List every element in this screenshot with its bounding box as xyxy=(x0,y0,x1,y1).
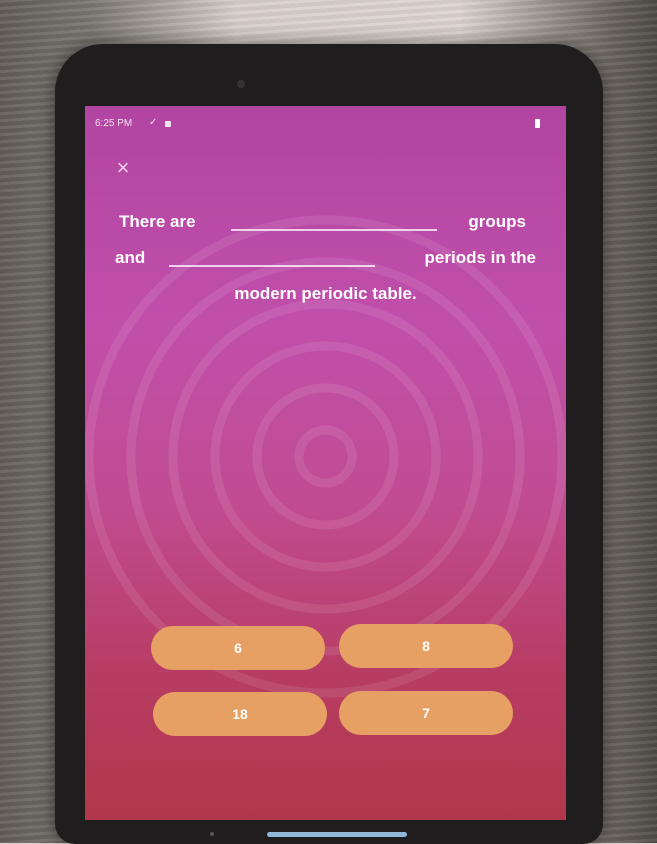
check-icon: ✓ xyxy=(149,117,158,128)
answer-option-7[interactable]: 7 xyxy=(339,691,513,735)
answer-option-6[interactable]: 6 xyxy=(151,626,325,670)
close-icon[interactable]: × xyxy=(111,156,135,180)
lock-icon xyxy=(165,121,171,127)
battery-icon xyxy=(535,119,540,128)
app-screen: 6:25 PM ✓ × There are groups and periods… xyxy=(85,106,566,820)
question-word: periods in the xyxy=(424,248,536,267)
question-word: There are xyxy=(119,212,196,231)
question-word: modern periodic table. xyxy=(234,284,417,303)
answer-blank-periods xyxy=(169,265,375,267)
status-time: 6:25 PM xyxy=(95,118,133,129)
answer-option-8[interactable]: 8 xyxy=(339,624,513,668)
status-bar: 6:25 PM ✓ xyxy=(95,116,556,132)
home-indicator[interactable] xyxy=(267,832,407,837)
device-sensor xyxy=(210,832,214,836)
question-line-1: There are groups xyxy=(115,210,536,234)
answer-option-18[interactable]: 18 xyxy=(153,692,327,736)
question-line-2: and periods in the xyxy=(115,246,536,270)
front-camera xyxy=(237,80,245,88)
question-word: and xyxy=(115,248,146,267)
question-line-3: modern periodic table. xyxy=(115,282,536,306)
answer-blank-groups xyxy=(231,229,437,231)
question-word: groups xyxy=(468,212,526,231)
